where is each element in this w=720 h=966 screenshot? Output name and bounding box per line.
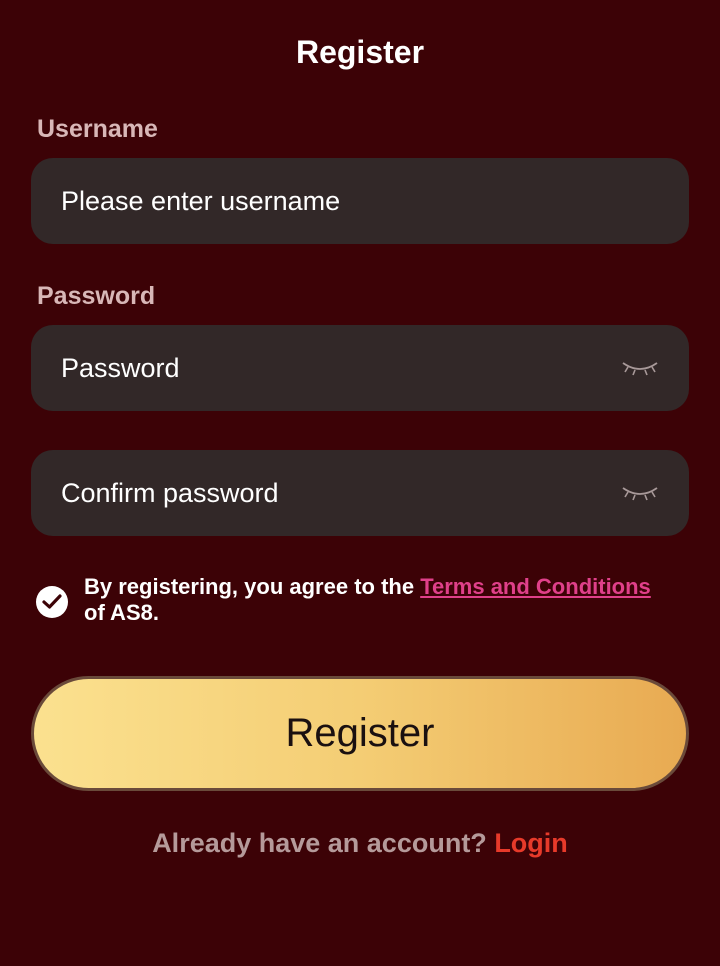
checkmark-icon — [42, 594, 62, 609]
username-label: Username — [37, 115, 158, 143]
register-page: Register Username Password — [0, 0, 720, 966]
register-button[interactable]: Register — [31, 676, 689, 791]
agreement-text-after: of AS8. — [84, 600, 159, 625]
page-title: Register — [295, 34, 425, 70]
eye-closed-icon[interactable] — [621, 483, 659, 503]
agreement-checkbox[interactable] — [36, 586, 68, 618]
confirm-password-field-container — [31, 450, 689, 536]
username-field-container — [31, 158, 689, 244]
username-input[interactable] — [61, 185, 659, 217]
eye-closed-icon[interactable] — [621, 358, 659, 378]
agreement-text-before: By registering, you agree to the — [84, 574, 421, 599]
password-input[interactable] — [61, 352, 621, 384]
password-field-container — [31, 325, 689, 411]
password-label: Password — [37, 282, 156, 310]
login-link[interactable]: Login — [494, 828, 567, 858]
agreement-text: By registering, you agree to the Terms a… — [84, 574, 676, 626]
confirm-password-input[interactable] — [61, 477, 621, 509]
agreement-row: By registering, you agree to the Terms a… — [36, 574, 676, 626]
terms-link[interactable]: Terms and Conditions — [420, 574, 651, 599]
login-prompt: Already have an account? Login — [0, 828, 720, 859]
login-prompt-text: Already have an account? — [152, 828, 495, 858]
